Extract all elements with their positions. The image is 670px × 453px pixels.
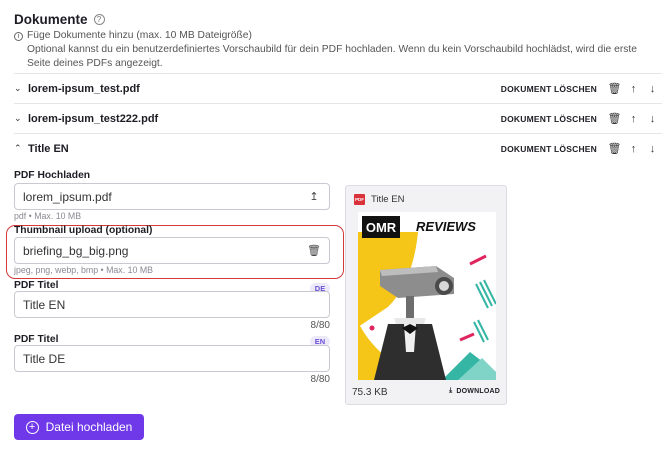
pdf-hint: pdf • Max. 10 MB xyxy=(14,211,82,221)
upload-file-button[interactable]: + Datei hochladen xyxy=(14,414,144,440)
chevron-up-icon[interactable]: ⌃ xyxy=(14,143,26,154)
preview-header: PDF Title EN xyxy=(354,194,404,205)
delete-document-button[interactable]: DOKUMENT LÖSCHEN xyxy=(501,144,597,154)
thumbnail-file-name: briefing_bg_big.png xyxy=(23,243,129,258)
file-size: 75.3 KB xyxy=(352,387,388,398)
download-icon: ⤓ xyxy=(449,387,453,394)
section-title: Dokumente xyxy=(14,12,88,27)
pdf-file-icon: PDF xyxy=(354,194,365,205)
delete-document-button[interactable]: DOKUMENT LÖSCHEN xyxy=(501,84,597,94)
pdf-upload-label: PDF Hochladen xyxy=(14,170,91,181)
document-name: lorem-ipsum_test222.pdf xyxy=(28,112,159,125)
trash-icon[interactable]: 🗑 xyxy=(605,82,624,95)
upload-icon[interactable]: ↥ xyxy=(307,190,321,203)
char-counter: 8/80 xyxy=(310,320,330,331)
arrow-up-icon[interactable]: ↑ xyxy=(624,143,643,155)
help-circle-icon[interactable]: ? xyxy=(93,14,105,25)
document-name: lorem-ipsum_test.pdf xyxy=(28,82,140,95)
info-line-3: Seite deines PDFs angezeigt. xyxy=(27,58,163,69)
pdf-title-label: PDF Titel xyxy=(14,280,59,291)
arrow-down-icon[interactable]: ↓ xyxy=(643,113,662,125)
trash-icon[interactable]: 🗑 xyxy=(307,244,321,257)
arrow-down-icon[interactable]: ↓ xyxy=(643,143,662,155)
arrow-up-icon[interactable]: ↑ xyxy=(624,83,643,95)
thumb-omr-text: OMR xyxy=(366,220,397,235)
pdf-title-value: Title EN xyxy=(23,297,66,312)
document-row-expanded[interactable]: ⌃ Title EN DOKUMENT LÖSCHEN 🗑 ↑ ↓ xyxy=(14,133,662,163)
chevron-down-icon[interactable]: ⌄ xyxy=(14,113,26,124)
info-text: i Füge Dokumente hinzu (max. 10 MB Datei… xyxy=(14,29,664,71)
section-header: Dokumente ? xyxy=(14,12,105,27)
pdf-title-label: PDF Titel xyxy=(14,334,59,345)
document-row[interactable]: ⌄ lorem-ipsum_test222.pdf DOKUMENT LÖSCH… xyxy=(14,103,662,133)
preview-title: Title EN xyxy=(371,194,405,205)
download-label: DOWNLOAD xyxy=(456,387,500,395)
document-name: Title EN xyxy=(28,142,69,155)
pdf-upload-field[interactable]: lorem_ipsum.pdf ↥ xyxy=(14,183,330,210)
trash-icon[interactable]: 🗑 xyxy=(605,142,624,155)
thumbnail-hint: jpeg, png, webp, bmp • Max. 10 MB xyxy=(14,265,154,275)
thumbnail-upload-field[interactable]: briefing_bg_big.png 🗑 xyxy=(14,237,330,264)
thumbnail-upload-label: Thumbnail upload (optional) xyxy=(14,225,153,236)
arrow-up-icon[interactable]: ↑ xyxy=(624,113,643,125)
document-row[interactable]: ⌄ lorem-ipsum_test.pdf DOKUMENT LÖSCHEN … xyxy=(14,73,662,103)
thumbnail-image: OMR REVIEWS xyxy=(358,212,496,380)
plus-circle-icon: + xyxy=(25,420,39,434)
info-line-1: Füge Dokumente hinzu (max. 10 MB Dateigr… xyxy=(27,30,252,41)
trash-icon[interactable]: 🗑 xyxy=(605,112,624,125)
delete-document-button[interactable]: DOKUMENT LÖSCHEN xyxy=(501,114,597,124)
upload-button-label: Datei hochladen xyxy=(45,420,133,434)
pdf-title-value: Title DE xyxy=(23,351,66,366)
char-counter: 8/80 xyxy=(310,374,330,385)
download-button[interactable]: ⤓ DOWNLOAD xyxy=(449,387,500,395)
pdf-title-input[interactable]: Title DE xyxy=(14,345,330,372)
info-line-2: Optional kannst du ein benutzerdefiniert… xyxy=(27,44,637,55)
arrow-down-icon[interactable]: ↓ xyxy=(643,83,662,95)
info-icon: i xyxy=(14,31,23,41)
pdf-file-name: lorem_ipsum.pdf xyxy=(23,189,112,204)
pdf-title-input[interactable]: Title EN xyxy=(14,291,330,318)
thumb-reviews-text: REVIEWS xyxy=(416,219,476,234)
chevron-down-icon[interactable]: ⌄ xyxy=(14,83,26,94)
preview-card: PDF Title EN OMR REVIEWS 75.3 KB ⤓ DOWNL… xyxy=(345,185,507,405)
